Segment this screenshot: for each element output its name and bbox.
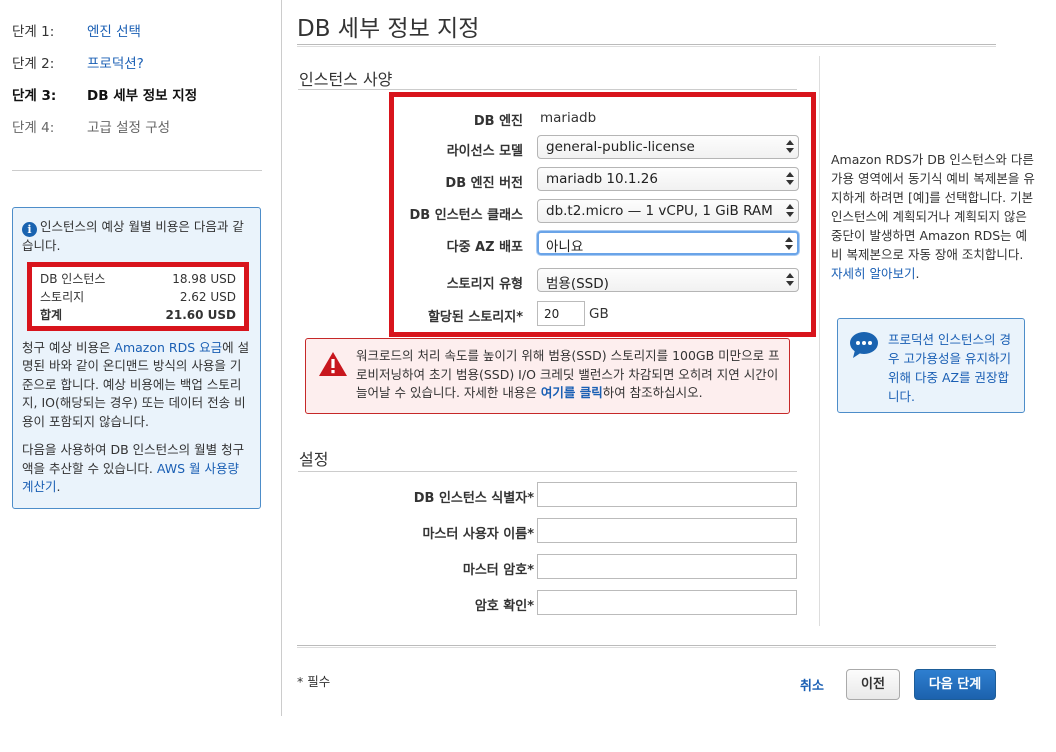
learn-more-link[interactable]: 자세히 알아보기 <box>831 266 915 281</box>
db-identifier-label: DB 인스턴스 식별자* <box>413 491 534 506</box>
cost-estimate-panel: i 인스턴스의 예상 월별 비용은 다음과 같습니다. DB 인스턴스 18.98… <box>12 207 261 509</box>
instance-class-select[interactable]: db.t2.micro — 1 vCPU, 1 GiB RAM <box>537 199 799 223</box>
info-icon: i <box>22 222 37 237</box>
required-note: * 필수 <box>297 674 331 689</box>
master-username-input[interactable] <box>537 518 797 543</box>
storage-warning: 워크로드의 처리 속도를 높이기 위해 범용(SSD) 스토리지를 100GB … <box>305 338 790 414</box>
select-arrows-icon <box>786 171 794 187</box>
step-link[interactable]: 프로덕션? <box>87 52 144 72</box>
section-divider <box>298 471 797 472</box>
step-3-current: 단계 3: DB 세부 정보 지정 <box>12 78 262 110</box>
cost-table: DB 인스턴스 18.98 USD 스토리지 2.62 USD 합계 21.60… <box>27 261 249 331</box>
step-label: DB 세부 정보 지정 <box>87 88 198 104</box>
help-column-divider <box>819 56 820 626</box>
click-here-link[interactable]: 여기를 클릭 <box>541 385 603 400</box>
multi-az-label: 다중 AZ 배포 <box>446 240 523 255</box>
row-instance-class: DB 인스턴스 클래스 db.t2.micro — 1 vCPU, 1 GiB … <box>394 199 811 225</box>
step-1[interactable]: 단계 1: 엔진 선택 <box>12 14 262 46</box>
cost-row-total: 합계 21.60 USD <box>40 306 236 324</box>
step-number: 단계 3: <box>12 88 57 104</box>
row-license-model: 라이선스 모델 general-public-license <box>394 135 811 161</box>
confirm-password-input[interactable] <box>537 590 797 615</box>
cost-label: DB 인스턴스 <box>40 271 106 286</box>
master-password-input[interactable] <box>537 554 797 579</box>
license-model-label: 라이선스 모델 <box>446 144 523 159</box>
allocated-storage-label: 할당된 스토리지* <box>427 310 523 325</box>
cost-note-calculator: 다음을 사용하여 DB 인스턴스의 월별 청구액을 추산할 수 있습니다. AW… <box>22 442 245 494</box>
cost-note-pricing: 청구 예상 비용은 Amazon RDS 요금에 설명된 바와 같이 온디맨드 … <box>22 339 250 429</box>
storage-type-label: 스토리지 유형 <box>446 277 523 292</box>
step-number: 단계 2: <box>12 56 55 72</box>
section-divider <box>298 89 797 90</box>
sidebar-divider <box>12 170 262 171</box>
instance-spec-highlight: DB 엔진 mariadb 라이선스 모델 general-public-lic… <box>389 92 816 337</box>
row-db-engine: DB 엔진 mariadb <box>394 105 811 131</box>
cost-label: 스토리지 <box>40 289 85 304</box>
allocated-storage-input[interactable] <box>537 301 585 326</box>
title-divider <box>297 44 996 47</box>
step-label: 고급 설정 구성 <box>87 120 171 136</box>
cost-value: 21.60 USD <box>165 307 236 322</box>
storage-unit: GB <box>589 306 609 322</box>
step-number: 단계 1: <box>12 24 55 40</box>
master-password-label: 마스터 암호* <box>462 563 534 578</box>
tip-text: 프로덕션 인스턴스의 경우 고가용성을 유지하기 위해 다중 AZ를 권장합니다… <box>888 332 1011 404</box>
cost-value: 2.62 USD <box>179 289 236 304</box>
db-engine-label: DB 엔진 <box>473 114 523 129</box>
select-arrows-icon <box>786 139 794 155</box>
multi-az-select[interactable]: 아니요 <box>537 231 799 255</box>
speech-bubble-icon <box>850 332 878 358</box>
cost-label: 합계 <box>40 307 63 322</box>
step-number: 단계 4: <box>12 120 55 136</box>
cancel-button[interactable]: 취소 <box>800 675 824 694</box>
sidebar-vertical-divider <box>281 0 282 716</box>
engine-version-label: DB 엔진 버전 <box>445 176 523 191</box>
next-step-button[interactable]: 다음 단계 <box>914 669 996 700</box>
step-2[interactable]: 단계 2: 프로덕션? <box>12 46 262 78</box>
license-model-select[interactable]: general-public-license <box>537 135 799 159</box>
section-title-instance-spec: 인스턴스 사양 <box>299 70 393 89</box>
confirm-password-label: 암호 확인* <box>474 599 534 614</box>
page-title: DB 세부 정보 지정 <box>297 16 480 42</box>
select-arrows-icon <box>785 236 793 252</box>
wizard-steps: 단계 1: 엔진 선택 단계 2: 프로덕션? 단계 3: DB 세부 정보 지… <box>12 14 262 142</box>
multi-az-tip: 프로덕션 인스턴스의 경우 고가용성을 유지하기 위해 다중 AZ를 권장합니다… <box>837 318 1025 413</box>
instance-class-label: DB 인스턴스 클래스 <box>409 208 523 223</box>
master-username-label: 마스터 사용자 이름* <box>422 527 534 542</box>
cost-value: 18.98 USD <box>172 271 236 286</box>
multi-az-help: Amazon RDS가 DB 인스턴스와 다른 가용 영역에서 동기식 예비 복… <box>831 152 1035 281</box>
row-multi-az: 다중 AZ 배포 아니요 <box>394 231 811 257</box>
row-engine-version: DB 엔진 버전 mariadb 10.1.26 <box>394 167 811 193</box>
db-engine-value: mariadb <box>540 110 597 126</box>
row-allocated-storage: 할당된 스토리지* GB <box>394 301 811 327</box>
step-link[interactable]: 엔진 선택 <box>87 20 141 40</box>
db-identifier-input[interactable] <box>537 482 797 507</box>
cost-row-instance: DB 인스턴스 18.98 USD <box>40 270 236 288</box>
cost-intro: i 인스턴스의 예상 월별 비용은 다음과 같습니다. <box>22 219 244 253</box>
step-4: 단계 4: 고급 설정 구성 <box>12 110 262 142</box>
cost-row-storage: 스토리지 2.62 USD <box>40 288 236 306</box>
row-storage-type: 스토리지 유형 범용(SSD) <box>394 268 811 294</box>
select-arrows-icon <box>786 272 794 288</box>
warning-icon <box>319 352 347 376</box>
footer-divider <box>297 645 996 648</box>
engine-version-select[interactable]: mariadb 10.1.26 <box>537 167 799 191</box>
section-title-settings: 설정 <box>299 450 329 469</box>
select-arrows-icon <box>786 203 794 219</box>
storage-type-select[interactable]: 범용(SSD) <box>537 268 799 292</box>
previous-button[interactable]: 이전 <box>846 669 900 700</box>
rds-pricing-link[interactable]: Amazon RDS 요금 <box>114 340 222 355</box>
